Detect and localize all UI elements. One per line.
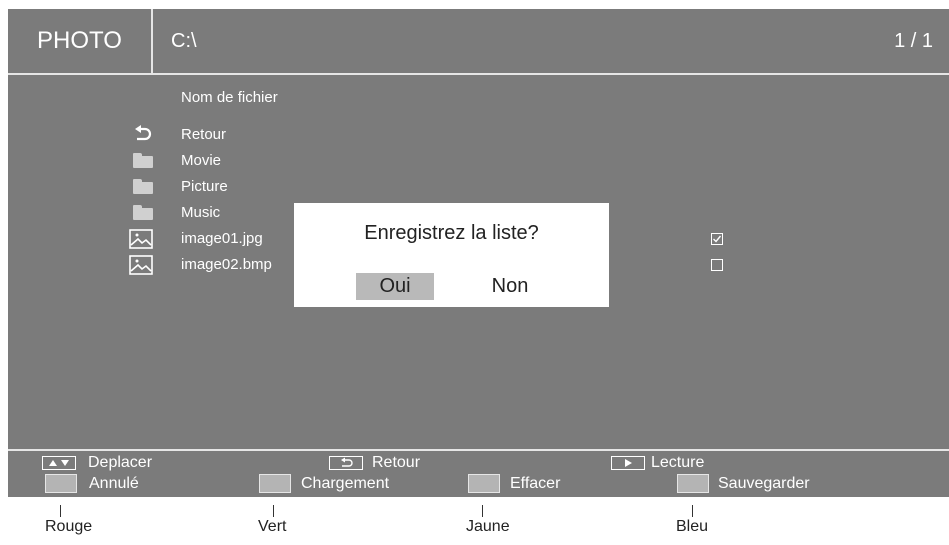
list-item-label: Retour	[181, 126, 227, 143]
callout-line-yellow	[482, 505, 483, 517]
list-item-label: Music	[181, 204, 221, 221]
dialog-question: Enregistrez la liste?	[364, 222, 539, 244]
save-list-dialog: Enregistrez la liste? Oui Non	[294, 203, 609, 307]
list-item-label: Movie	[181, 152, 222, 169]
image-file-icon	[128, 229, 154, 249]
red-key-label: Annulé	[89, 475, 139, 492]
callout-yellow: Jaune	[466, 518, 510, 535]
up-down-arrows-icon	[42, 456, 76, 470]
header-bar: PHOTO C:\ 1 / 1	[8, 9, 949, 75]
hint-navigate: Deplacer	[88, 454, 153, 471]
yes-button[interactable]: Oui	[356, 273, 434, 300]
green-key-label: Chargement	[301, 475, 390, 492]
yellow-key-label: Effacer	[510, 475, 561, 492]
list-item-label: image01.jpg	[181, 230, 263, 247]
callout-line-green	[273, 505, 274, 517]
yellow-key-swatch[interactable]	[468, 474, 500, 493]
current-path: C:\	[171, 30, 197, 52]
return-key-icon	[329, 456, 363, 470]
callout-green: Vert	[258, 518, 287, 535]
checkbox-unchecked[interactable]	[711, 258, 723, 271]
play-key-icon	[611, 456, 645, 470]
mode-title: PHOTO	[8, 9, 153, 73]
checkbox-checked[interactable]	[711, 232, 723, 245]
callout-line-red	[60, 505, 61, 517]
return-icon	[128, 125, 154, 145]
page-counter: 1 / 1	[894, 30, 933, 52]
folder-icon	[128, 177, 154, 197]
column-header-filename: Nom de fichier	[181, 89, 278, 106]
folder-icon	[128, 203, 154, 223]
blue-key-swatch[interactable]	[677, 474, 709, 493]
blue-key-label: Sauvegarder	[718, 475, 810, 492]
no-button[interactable]: Non	[471, 273, 549, 300]
image-file-icon	[128, 255, 154, 275]
callout-line-blue	[692, 505, 693, 517]
hint-play: Lecture	[651, 454, 705, 471]
callout-blue: Bleu	[676, 518, 709, 535]
red-key-swatch[interactable]	[45, 474, 77, 493]
list-item-retour[interactable]: Retour	[8, 123, 949, 147]
list-item-label: image02.bmp	[181, 256, 272, 273]
footer-bar: Deplacer Retour Lecture Annulé Chargemen…	[8, 449, 949, 499]
folder-icon	[128, 151, 154, 171]
green-key-swatch[interactable]	[259, 474, 291, 493]
list-item-movie[interactable]: Movie	[8, 149, 949, 173]
list-item-picture[interactable]: Picture	[8, 175, 949, 199]
list-item-label: Picture	[181, 178, 228, 195]
hint-back: Retour	[372, 454, 421, 471]
callout-red: Rouge	[45, 518, 93, 535]
